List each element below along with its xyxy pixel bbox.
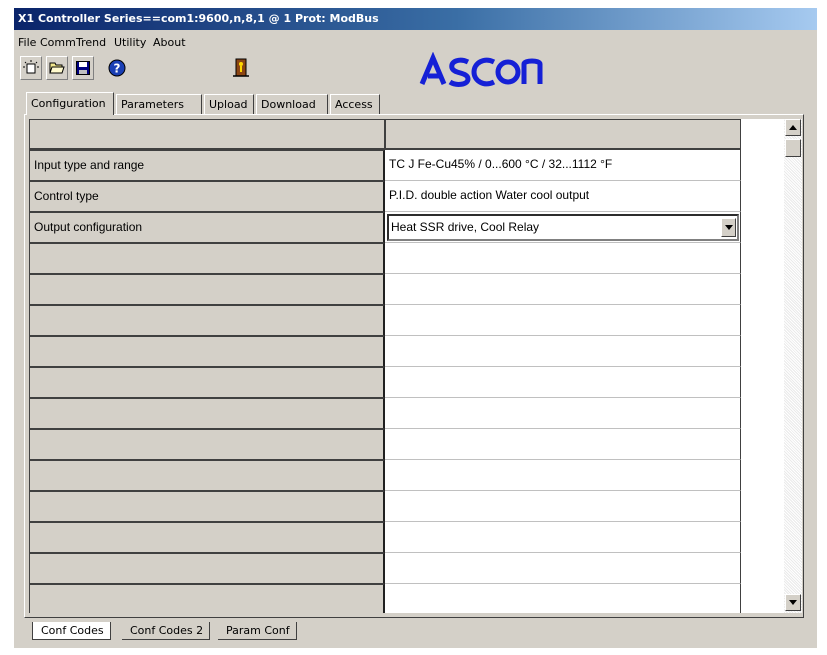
scroll-thumb[interactable] (785, 139, 801, 157)
sheet-tabs: Conf Codes Conf Codes 2 Param Conf (32, 622, 792, 642)
tab-parameters[interactable]: Parameters (116, 94, 202, 114)
row-label (29, 274, 385, 305)
table-row: Control type P.I.D. double action Water … (29, 181, 753, 212)
row-value[interactable]: P.I.D. double action Water cool output (385, 181, 741, 212)
ascon-logo (418, 51, 548, 92)
table-row (29, 305, 753, 336)
config-grid: Input type and range TC J Fe-Cu45% / 0..… (29, 119, 784, 613)
app-window: X1 Controller Series==com1:9600,n,8,1 @ … (14, 8, 817, 648)
exit-door-icon (233, 58, 249, 77)
row-label (29, 460, 385, 491)
row-label: Output configuration (29, 212, 385, 243)
ascon-logo-mark (419, 51, 543, 87)
menu-bar: File Comm Trend Utility About (14, 34, 817, 52)
tab-conf-codes-2[interactable]: Conf Codes 2 (122, 622, 211, 640)
table-row (29, 522, 753, 553)
output-config-dropdown[interactable]: Heat SSR drive, Cool Relay (387, 214, 739, 241)
table-row: Output configuration Heat SSR drive, Coo… (29, 212, 753, 243)
table-row (29, 274, 753, 305)
dropdown-value: Heat SSR drive, Cool Relay (391, 220, 540, 234)
table-row: Input type and range TC J Fe-Cu45% / 0..… (29, 150, 753, 181)
chevron-down-icon (724, 225, 733, 230)
table-row (29, 243, 753, 274)
row-label (29, 305, 385, 336)
help-button[interactable]: ? (106, 56, 128, 80)
open-folder-icon (49, 62, 65, 74)
svg-text:?: ? (114, 62, 121, 76)
row-value[interactable] (385, 243, 741, 274)
menu-utility[interactable]: Utility (114, 36, 146, 49)
row-value[interactable] (385, 491, 741, 522)
row-value[interactable] (385, 429, 741, 460)
tab-access[interactable]: Access (330, 94, 380, 114)
row-value[interactable] (385, 305, 741, 336)
window-title: X1 Controller Series==com1:9600,n,8,1 @ … (14, 8, 817, 30)
row-value[interactable] (385, 553, 741, 584)
scroll-down-button[interactable] (785, 594, 801, 611)
menu-comm[interactable]: Comm (40, 36, 76, 49)
table-row (29, 398, 753, 429)
row-value[interactable] (385, 584, 741, 613)
save-icon (76, 61, 90, 75)
new-icon (23, 60, 39, 74)
tab-configuration[interactable]: Configuration (26, 92, 114, 115)
row-value[interactable] (385, 274, 741, 305)
row-value[interactable]: TC J Fe-Cu45% / 0...600 °C / 32...1112 °… (385, 150, 741, 181)
table-row (29, 367, 753, 398)
table-row (29, 553, 753, 584)
table-row (29, 336, 753, 367)
row-label (29, 584, 385, 613)
row-label (29, 522, 385, 553)
table-row (29, 429, 753, 460)
table-row (29, 584, 753, 613)
toolbar: ? (14, 56, 817, 92)
row-label (29, 491, 385, 522)
tab-conf-codes[interactable]: Conf Codes (32, 622, 111, 640)
new-button[interactable] (20, 56, 42, 80)
open-button[interactable] (46, 56, 68, 80)
row-label: Control type (29, 181, 385, 212)
row-value[interactable] (385, 367, 741, 398)
grid-header-right (385, 119, 741, 150)
chevron-down-icon (789, 600, 797, 605)
vertical-scrollbar[interactable] (784, 119, 802, 613)
chevron-up-icon (789, 125, 797, 130)
row-value[interactable] (385, 398, 741, 429)
grid-header-row (29, 119, 753, 150)
tab-download[interactable]: Download (256, 94, 328, 114)
grid-header-left (29, 119, 385, 150)
dropdown-arrow-button[interactable] (721, 218, 736, 237)
table-row (29, 460, 753, 491)
tab-param-conf[interactable]: Param Conf (218, 622, 297, 640)
scroll-up-button[interactable] (785, 119, 801, 136)
row-label (29, 367, 385, 398)
row-label (29, 243, 385, 274)
menu-file[interactable]: File (18, 36, 36, 49)
row-label (29, 553, 385, 584)
row-value[interactable] (385, 336, 741, 367)
row-label (29, 336, 385, 367)
menu-trend[interactable]: Trend (76, 36, 106, 49)
exit-button[interactable] (230, 56, 252, 80)
row-label (29, 398, 385, 429)
tab-upload[interactable]: Upload (204, 94, 254, 114)
configuration-panel: Input type and range TC J Fe-Cu45% / 0..… (24, 114, 804, 618)
menu-about[interactable]: About (153, 36, 186, 49)
row-label: Input type and range (29, 150, 385, 181)
row-label (29, 429, 385, 460)
row-value[interactable] (385, 460, 741, 491)
help-icon: ? (108, 59, 126, 77)
save-button[interactable] (72, 56, 94, 80)
table-row (29, 491, 753, 522)
row-value[interactable] (385, 522, 741, 553)
